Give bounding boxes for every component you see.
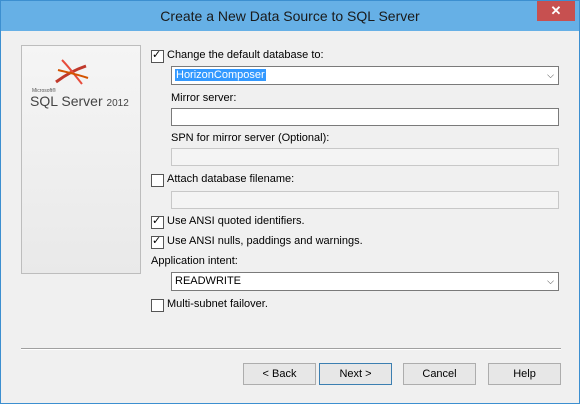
next-button[interactable]: Next > — [319, 363, 392, 385]
logo-panel: Microsoft® SQL Server 2012 — [21, 45, 141, 274]
check-icon: ✓ — [152, 215, 162, 227]
attach-database-checkbox[interactable] — [151, 174, 164, 187]
close-button[interactable]: ✕ — [537, 1, 575, 21]
change-database-checkbox[interactable]: ✓ — [151, 49, 164, 63]
help-button[interactable]: Help — [488, 363, 561, 385]
attach-database-label: Attach database filename: — [167, 173, 295, 185]
change-database-label: Change the default database to: — [167, 49, 324, 61]
chevron-down-icon: ⌵ — [547, 70, 554, 80]
title-bar: Create a New Data Source to SQL Server ✕ — [1, 1, 579, 31]
ansi-quoted-checkbox[interactable]: ✓ — [151, 215, 164, 229]
spn-input — [171, 148, 559, 166]
check-icon: ✓ — [152, 49, 162, 61]
logo-version: 2012 — [106, 98, 129, 109]
spn-label: SPN for mirror server (Optional): — [171, 132, 330, 144]
database-select-value: HorizonComposer — [175, 69, 266, 81]
application-intent-select[interactable]: READWRITE ⌵ — [171, 272, 559, 291]
logo-product-text: SQL Server 2012 — [30, 93, 129, 109]
ansi-nulls-checkbox[interactable]: ✓ — [151, 235, 164, 249]
mirror-server-label: Mirror server: — [171, 92, 237, 104]
ansi-nulls-label: Use ANSI nulls, paddings and warnings. — [167, 235, 363, 247]
logo-product-name: SQL Server — [30, 93, 103, 109]
check-icon: ✓ — [152, 235, 162, 247]
application-intent-value: READWRITE — [175, 275, 241, 287]
multi-subnet-checkbox[interactable] — [151, 299, 164, 312]
footer-divider — [21, 348, 561, 350]
mirror-server-input[interactable] — [171, 108, 559, 126]
ansi-quoted-label: Use ANSI quoted identifiers. — [167, 215, 305, 227]
database-select[interactable]: HorizonComposer ⌵ — [171, 66, 559, 85]
dialog-title: Create a New Data Source to SQL Server — [160, 8, 420, 24]
back-button[interactable]: < Back — [243, 363, 316, 385]
multi-subnet-label: Multi-subnet failover. — [167, 298, 268, 310]
chevron-down-icon: ⌵ — [547, 276, 554, 286]
dialog-window: Create a New Data Source to SQL Server ✕… — [0, 0, 580, 404]
application-intent-label: Application intent: — [151, 255, 238, 267]
sql-server-logo-icon — [55, 59, 89, 85]
attach-database-input — [171, 191, 559, 209]
cancel-button[interactable]: Cancel — [403, 363, 476, 385]
